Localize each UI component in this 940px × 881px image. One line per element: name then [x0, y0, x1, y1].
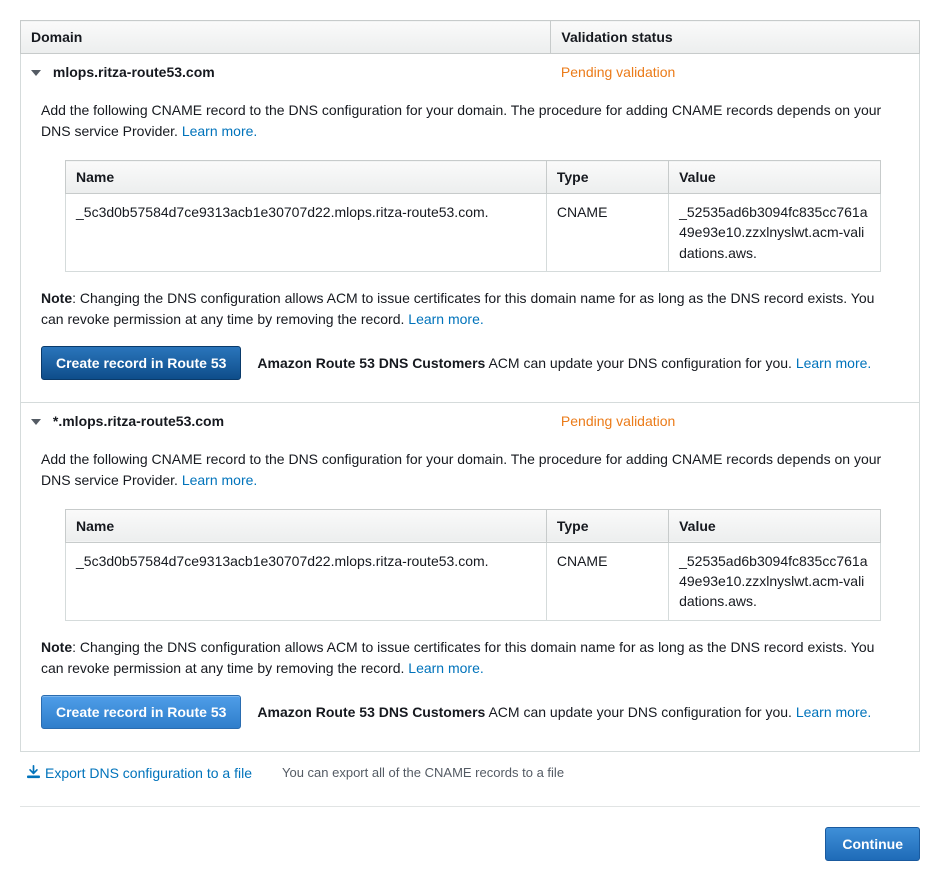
cname-type: CNAME [546, 194, 668, 272]
create-record-button[interactable]: Create record in Route 53 [41, 346, 241, 380]
learn-more-link[interactable]: Learn more. [796, 704, 871, 720]
domain-name: *.mlops.ritza-route53.com [53, 413, 224, 429]
cname-row: _5c3d0b57584d7ce9313acb1e30707d22.mlops.… [66, 194, 881, 272]
domain-row: mlops.ritza-route53.com Pending validati… [21, 54, 920, 91]
instruction-text: Add the following CNAME record to the DN… [41, 100, 899, 142]
cname-col-type: Type [546, 161, 668, 194]
continue-button[interactable]: Continue [825, 827, 920, 861]
cname-value: _52535ad6b3094fc835cc761a49e93e10.zzxlny… [669, 194, 881, 272]
cname-type: CNAME [546, 542, 668, 620]
export-dns-link[interactable]: Export DNS configuration to a file [26, 764, 252, 782]
cname-row: _5c3d0b57584d7ce9313acb1e30707d22.mlops.… [66, 542, 881, 620]
note-text: Note: Changing the DNS configuration all… [41, 288, 899, 330]
learn-more-link[interactable]: Learn more. [182, 472, 257, 488]
domain-row: *.mlops.ritza-route53.com Pending valida… [21, 402, 920, 439]
instruction-text: Add the following CNAME record to the DN… [41, 449, 899, 491]
learn-more-link[interactable]: Learn more. [408, 311, 483, 327]
learn-more-link[interactable]: Learn more. [182, 123, 257, 139]
cname-table: Name Type Value _5c3d0b57584d7ce9313acb1… [65, 509, 881, 621]
cname-table: Name Type Value _5c3d0b57584d7ce9313acb1… [65, 160, 881, 272]
caret-down-icon[interactable] [31, 419, 41, 425]
cname-col-name: Name [66, 161, 547, 194]
cname-name: _5c3d0b57584d7ce9313acb1e30707d22.mlops.… [66, 542, 547, 620]
download-icon [26, 764, 41, 782]
route53-customers-text: Amazon Route 53 DNS Customers ACM can up… [257, 355, 871, 371]
domain-name: mlops.ritza-route53.com [53, 64, 215, 80]
cname-col-value: Value [669, 161, 881, 194]
cname-name: _5c3d0b57584d7ce9313acb1e30707d22.mlops.… [66, 194, 547, 272]
cname-value: _52535ad6b3094fc835cc761a49e93e10.zzxlny… [669, 542, 881, 620]
divider [20, 806, 920, 807]
cname-col-type: Type [546, 509, 668, 542]
export-row: Export DNS configuration to a file You c… [20, 752, 920, 800]
cname-col-value: Value [669, 509, 881, 542]
learn-more-link[interactable]: Learn more. [408, 660, 483, 676]
caret-down-icon[interactable] [31, 70, 41, 76]
note-text: Note: Changing the DNS configuration all… [41, 637, 899, 679]
col-domain: Domain [21, 21, 551, 54]
domains-table: Domain Validation status mlops.ritza-rou… [20, 20, 920, 752]
export-desc: You can export all of the CNAME records … [282, 765, 564, 780]
status-badge: Pending validation [561, 64, 675, 80]
create-record-button[interactable]: Create record in Route 53 [41, 695, 241, 729]
cname-col-name: Name [66, 509, 547, 542]
route53-customers-text: Amazon Route 53 DNS Customers ACM can up… [257, 704, 871, 720]
learn-more-link[interactable]: Learn more. [796, 355, 871, 371]
col-status: Validation status [551, 21, 920, 54]
status-badge: Pending validation [561, 413, 675, 429]
